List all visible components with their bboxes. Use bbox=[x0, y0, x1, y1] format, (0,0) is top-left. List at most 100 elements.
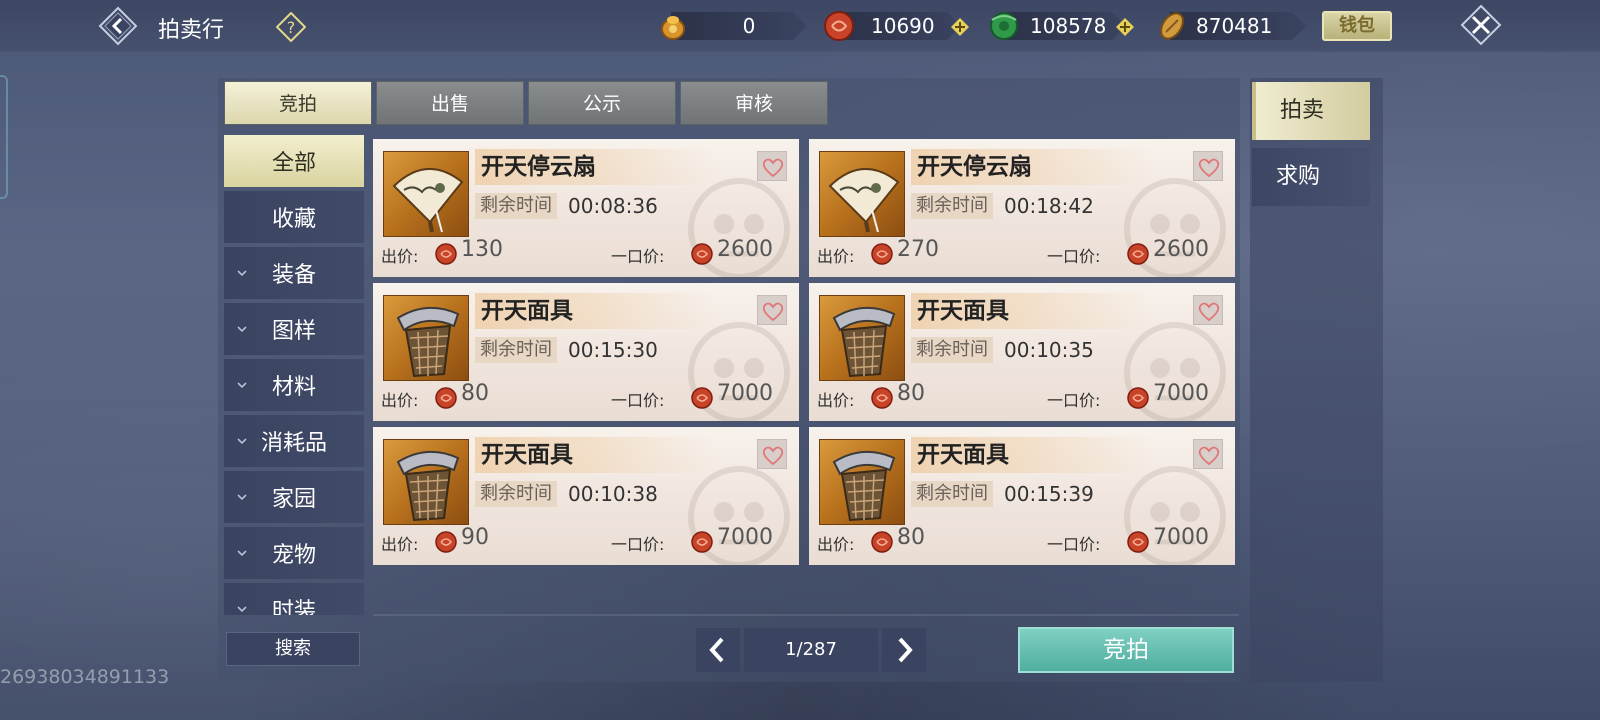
help-button[interactable]: ? bbox=[275, 11, 307, 43]
time-left-value: 00:10:35 bbox=[1004, 338, 1094, 362]
item-icon-frame bbox=[383, 295, 469, 381]
red-coin-icon bbox=[691, 531, 713, 553]
time-left-label: 剩余时间 bbox=[911, 481, 993, 507]
category-pets[interactable]: 宠物 bbox=[224, 527, 364, 579]
bid-price-label: 出价: bbox=[381, 535, 419, 554]
listing-card[interactable]: 开天停云扇 剩余时间 00:18:42 出价: 270 一口价: 2600 bbox=[809, 139, 1235, 277]
tab-review[interactable]: 审核 bbox=[680, 81, 828, 125]
back-button[interactable] bbox=[98, 6, 138, 46]
search-button[interactable]: 搜索 bbox=[226, 632, 360, 666]
bid-price-value: 130 bbox=[461, 237, 503, 262]
favorite-button[interactable] bbox=[1193, 151, 1223, 181]
bid-price-label: 出价: bbox=[381, 247, 419, 266]
tab-notice[interactable]: 公示 bbox=[528, 81, 676, 125]
mask-icon bbox=[396, 306, 460, 378]
item-name: 开天面具 bbox=[475, 293, 715, 329]
tab-sell[interactable]: 出售 bbox=[376, 81, 524, 125]
category-label: 消耗品 bbox=[260, 431, 327, 456]
favorite-button[interactable] bbox=[1193, 439, 1223, 469]
category-label: 收藏 bbox=[271, 207, 316, 232]
category-favorites[interactable]: 收藏 bbox=[224, 191, 364, 243]
category-patterns[interactable]: 图样 bbox=[224, 303, 364, 355]
favorite-button[interactable] bbox=[757, 151, 787, 181]
chevron-down-icon bbox=[237, 606, 247, 613]
red-coin-icon bbox=[824, 11, 854, 41]
red-coin-icon bbox=[435, 531, 457, 553]
category-all[interactable]: 全部 bbox=[224, 135, 364, 187]
side-tab-wanted[interactable]: 求购 bbox=[1252, 148, 1370, 206]
category-materials[interactable]: 材料 bbox=[224, 359, 364, 411]
side-tab-auction[interactable]: 拍卖 bbox=[1252, 82, 1370, 140]
wallet-button[interactable]: 钱包 bbox=[1322, 11, 1392, 41]
bid-price-label: 出价: bbox=[817, 391, 855, 410]
listing-grid: 开天停云扇 剩余时间 00:08:36 出价: 130 一口价: 2600 开天… bbox=[373, 139, 1237, 565]
item-icon-frame bbox=[383, 439, 469, 525]
currency-value: 10690 bbox=[871, 14, 935, 38]
bid-price-value: 270 bbox=[897, 237, 939, 262]
tab-auction[interactable]: 竞拍 bbox=[224, 81, 372, 125]
red-coin-icon bbox=[435, 387, 457, 409]
listing-card[interactable]: 开天面具 剩余时间 00:10:38 出价: 90 一口价: 7000 bbox=[373, 427, 799, 565]
currency-value: 870481 bbox=[1196, 14, 1273, 38]
listing-card[interactable]: 开天面具 剩余时间 00:15:30 出价: 80 一口价: 7000 bbox=[373, 283, 799, 421]
top-bar: 拍卖行 ? 0 10690 108578 870481 钱包 bbox=[0, 0, 1600, 52]
favorite-button[interactable] bbox=[757, 295, 787, 325]
buyout-price-value: 7000 bbox=[717, 381, 773, 406]
gold-ingot-icon bbox=[661, 16, 685, 40]
item-icon-frame bbox=[819, 151, 905, 237]
bid-price-value: 80 bbox=[461, 381, 489, 406]
back-arrow-icon bbox=[98, 6, 138, 46]
buyout-price-label: 一口价: bbox=[611, 247, 665, 266]
heart-icon bbox=[762, 158, 784, 178]
category-label: 家园 bbox=[271, 487, 316, 512]
item-icon-frame bbox=[819, 439, 905, 525]
chevron-right-icon bbox=[898, 637, 913, 663]
red-coin-icon bbox=[435, 243, 457, 265]
close-icon bbox=[1460, 4, 1502, 46]
favorite-button[interactable] bbox=[757, 439, 787, 469]
listing-card[interactable]: 开天停云扇 剩余时间 00:08:36 出价: 130 一口价: 2600 bbox=[373, 139, 799, 277]
category-list: 全部 收藏 装备 图样 材料 消耗品 家园 宠物 时装 bbox=[224, 135, 364, 615]
bid-price-label: 出价: bbox=[817, 535, 855, 554]
time-left-label: 剩余时间 bbox=[475, 481, 557, 507]
chevron-down-icon bbox=[237, 270, 247, 277]
chevron-left-icon bbox=[709, 637, 724, 663]
time-left-label: 剩余时间 bbox=[475, 193, 557, 219]
close-button[interactable] bbox=[1460, 4, 1502, 46]
category-equipment[interactable]: 装备 bbox=[224, 247, 364, 299]
next-page-button[interactable] bbox=[882, 628, 926, 672]
heart-icon bbox=[1198, 302, 1220, 322]
add-currency-icon[interactable] bbox=[1116, 18, 1134, 36]
left-drawer-handle[interactable] bbox=[0, 75, 8, 199]
prev-page-button[interactable] bbox=[696, 628, 740, 672]
category-fashion[interactable]: 时装 bbox=[224, 583, 364, 615]
add-currency-icon[interactable] bbox=[951, 18, 969, 36]
favorite-button[interactable] bbox=[1193, 295, 1223, 325]
currency-red-coin: 10690 bbox=[823, 10, 973, 42]
category-consumables[interactable]: 消耗品 bbox=[224, 415, 364, 467]
listing-card[interactable]: 开天面具 剩余时间 00:15:39 出价: 80 一口价: 7000 bbox=[809, 427, 1235, 565]
category-label: 宠物 bbox=[271, 543, 316, 568]
chevron-down-icon bbox=[237, 494, 247, 501]
buyout-price-value: 2600 bbox=[1153, 237, 1209, 262]
chevron-down-icon bbox=[237, 550, 247, 557]
time-left-label: 剩余时间 bbox=[911, 193, 993, 219]
question-icon: ? bbox=[275, 11, 307, 43]
item-name: 开天停云扇 bbox=[911, 149, 1151, 185]
mask-icon bbox=[396, 450, 460, 522]
bid-price-value: 80 bbox=[897, 525, 925, 550]
bid-price-label: 出价: bbox=[381, 391, 419, 410]
red-coin-icon bbox=[691, 243, 713, 265]
bid-price-value: 90 bbox=[461, 525, 489, 550]
currency-gold-ingot: 0 bbox=[657, 10, 807, 42]
time-left-label: 剩余时间 bbox=[911, 337, 993, 363]
listing-card[interactable]: 开天面具 剩余时间 00:10:35 出价: 80 一口价: 7000 bbox=[809, 283, 1235, 421]
category-home[interactable]: 家园 bbox=[224, 471, 364, 523]
buyout-price-value: 7000 bbox=[1153, 381, 1209, 406]
heart-icon bbox=[762, 446, 784, 466]
page-title: 拍卖行 bbox=[158, 18, 225, 43]
user-id: 26938034891133 bbox=[0, 666, 170, 688]
red-coin-icon bbox=[1127, 531, 1149, 553]
category-label: 材料 bbox=[271, 375, 316, 400]
place-bid-button[interactable]: 竞拍 bbox=[1018, 627, 1234, 673]
